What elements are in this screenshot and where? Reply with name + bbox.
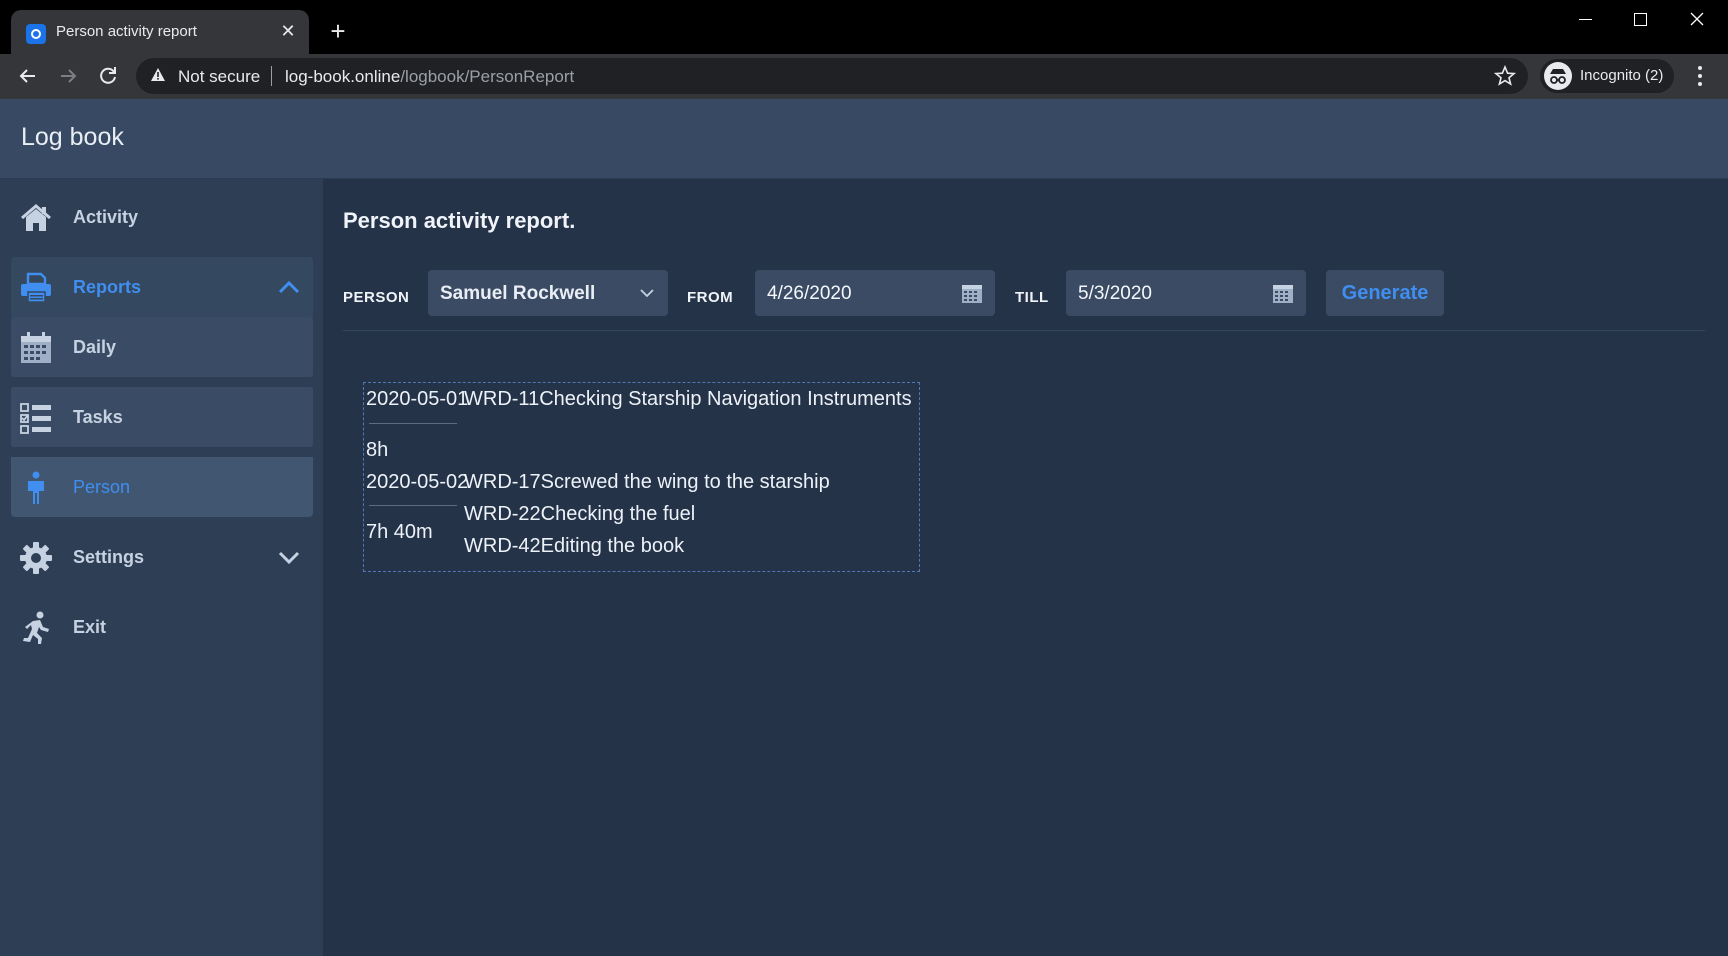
- warning-icon: [150, 67, 166, 88]
- app-root: Log book Activity Reports Daily Tasks Pe…: [0, 99, 1728, 956]
- app-title[interactable]: Log book: [21, 123, 124, 152]
- till-date-value: 5/3/2020: [1078, 283, 1152, 304]
- incognito-label: Incognito (2): [1580, 67, 1664, 84]
- tab-close-icon[interactable]: ✕: [277, 20, 299, 42]
- new-tab-icon[interactable]: +: [324, 18, 352, 46]
- minimize-icon[interactable]: [1565, 8, 1605, 32]
- app-header: Log book: [0, 99, 1728, 179]
- person-icon: [19, 471, 53, 505]
- sidebar: Activity Reports Daily Tasks Person Sett…: [0, 179, 323, 956]
- bookmark-star-icon[interactable]: [1493, 64, 1517, 92]
- task-title: Checking the fuel: [540, 503, 696, 525]
- till-label: TILL: [1015, 289, 1049, 306]
- sidebar-item-daily[interactable]: Daily: [11, 317, 313, 377]
- chevron-down-icon: [638, 284, 656, 307]
- report-table: 2020-05-01 8h WRD-11Checking Starship Na…: [363, 382, 920, 572]
- report-date: 2020-05-02: [366, 471, 469, 493]
- calendar-icon[interactable]: [961, 282, 983, 309]
- omnibox-divider: [271, 66, 272, 86]
- incognito-icon: [1544, 62, 1572, 90]
- back-arrow-icon[interactable]: [13, 61, 43, 91]
- from-date-value: 4/26/2020: [767, 283, 852, 304]
- home-icon: [19, 201, 53, 235]
- task-title: Screwed the wing to the starship: [540, 471, 830, 493]
- report-total: 8h: [366, 439, 389, 461]
- generate-button[interactable]: Generate: [1326, 270, 1444, 316]
- window-close-icon[interactable]: [1677, 8, 1717, 32]
- filter-divider: [343, 330, 1705, 331]
- browser-tab[interactable]: Person activity report ✕: [11, 10, 309, 54]
- sidebar-item-label: Person: [73, 477, 131, 497]
- calendar-icon[interactable]: [1272, 282, 1294, 309]
- browser-toolbar: Not secure log-book.online/logbook/Perso…: [0, 54, 1728, 99]
- sidebar-item-person[interactable]: Person: [11, 457, 313, 517]
- person-select[interactable]: Samuel Rockwell: [428, 270, 668, 316]
- sidebar-item-label: Tasks: [73, 407, 123, 427]
- task-id: WRD-17: [464, 471, 541, 493]
- address-bar[interactable]: Not secure log-book.online/logbook/Perso…: [136, 58, 1528, 94]
- url-text[interactable]: log-book.online/logbook/PersonReport: [285, 67, 574, 87]
- running-person-icon: [19, 611, 53, 645]
- from-label: FROM: [687, 289, 734, 306]
- task-title: Editing the book: [540, 535, 685, 557]
- chevron-up-icon[interactable]: [277, 275, 301, 304]
- task-row[interactable]: WRD-11Checking Starship Navigation Instr…: [464, 388, 912, 411]
- task-row[interactable]: WRD-22Checking the fuel: [464, 503, 695, 526]
- task-title: Checking Starship Navigation Instruments: [539, 388, 912, 410]
- sidebar-item-label: Daily: [73, 337, 117, 357]
- favicon-icon: [26, 24, 46, 44]
- person-select-value: Samuel Rockwell: [440, 283, 596, 304]
- sidebar-item-label: Exit: [73, 617, 107, 637]
- sidebar-item-exit[interactable]: Exit: [11, 597, 313, 657]
- reload-icon[interactable]: [93, 61, 123, 91]
- task-id: WRD-11: [464, 388, 540, 410]
- page-title: Person activity report.: [343, 208, 576, 233]
- sidebar-item-settings[interactable]: Settings: [11, 527, 313, 587]
- task-id: WRD-22: [464, 503, 541, 525]
- url-host: log-book.online: [285, 67, 401, 86]
- sidebar-item-label: Reports: [73, 277, 142, 297]
- from-date-input[interactable]: 4/26/2020: [755, 270, 995, 316]
- security-label[interactable]: Not secure: [178, 67, 260, 87]
- report-total: 7h 40m: [366, 521, 433, 543]
- sidebar-item-label: Activity: [73, 207, 139, 227]
- incognito-indicator[interactable]: Incognito (2): [1540, 59, 1674, 93]
- checklist-icon: [19, 401, 53, 435]
- task-id: WRD-42: [464, 535, 541, 557]
- printer-icon: [19, 271, 53, 305]
- sidebar-item-label: Settings: [73, 547, 145, 567]
- chevron-down-icon[interactable]: [277, 545, 301, 574]
- maximize-icon[interactable]: [1620, 8, 1660, 32]
- calendar-icon: [19, 331, 53, 365]
- date-underline: [369, 505, 457, 506]
- person-label: PERSON: [343, 289, 410, 306]
- till-date-input[interactable]: 5/3/2020: [1066, 270, 1306, 316]
- gear-icon: [19, 541, 53, 575]
- task-row[interactable]: WRD-17Screwed the wing to the starship: [464, 471, 830, 494]
- browser-menu-icon[interactable]: [1690, 64, 1710, 88]
- tab-title: Person activity report: [56, 23, 197, 40]
- task-row[interactable]: WRD-42Editing the book: [464, 535, 684, 558]
- report-date: 2020-05-01: [366, 388, 469, 410]
- sidebar-item-reports[interactable]: Reports: [11, 257, 313, 317]
- main-content: Person activity report. PERSON Samuel Ro…: [323, 179, 1728, 956]
- url-path: /logbook/PersonReport: [400, 67, 575, 86]
- date-underline: [369, 423, 457, 424]
- forward-arrow-icon[interactable]: [53, 61, 83, 91]
- browser-tabstrip: Person activity report ✕ +: [0, 0, 1728, 54]
- sidebar-item-tasks[interactable]: Tasks: [11, 387, 313, 447]
- sidebar-item-activity[interactable]: Activity: [11, 187, 313, 247]
